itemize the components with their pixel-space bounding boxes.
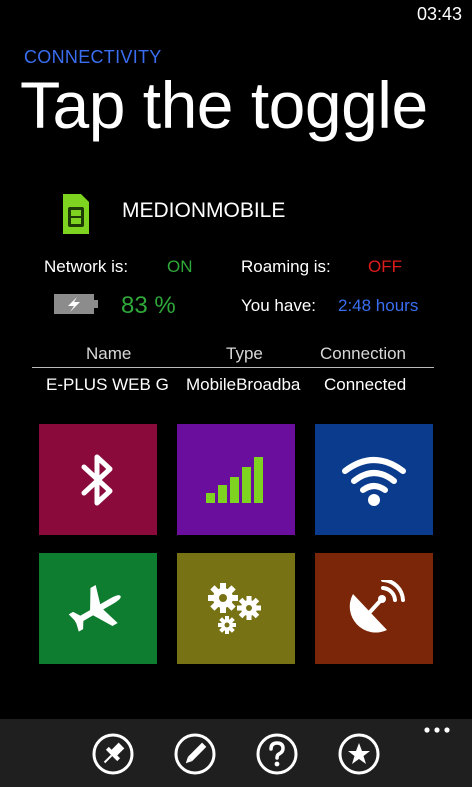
app-title: CONNECTIVITY xyxy=(24,47,162,67)
gears-icon xyxy=(208,582,261,634)
settings-tile[interactable] xyxy=(177,553,295,664)
network-status: ON xyxy=(167,257,193,276)
bluetooth-icon xyxy=(81,454,113,505)
app-bar xyxy=(0,719,472,787)
column-header-name: Name xyxy=(86,344,132,363)
table-cell-type[interactable]: MobileBroadba xyxy=(186,375,312,395)
page-title: Tap the toggle xyxy=(20,68,428,142)
location-toggle-tile[interactable] xyxy=(315,553,433,664)
operator-name: MEDIONMOBILE xyxy=(122,199,286,222)
table-cell-name[interactable]: E-PLUS WEB G xyxy=(46,375,173,395)
pin-icon[interactable] xyxy=(92,733,134,775)
table-cell-connection[interactable]: Connected xyxy=(324,375,434,395)
more-icon[interactable] xyxy=(422,723,452,737)
airplane-icon xyxy=(68,584,121,632)
roaming-status: OFF xyxy=(368,257,402,276)
satellite-dish-icon xyxy=(349,579,405,633)
signal-bars-icon xyxy=(206,456,263,503)
help-icon[interactable] xyxy=(256,733,298,775)
column-header-connection: Connection xyxy=(320,344,407,363)
status-bar-time: 03:43 xyxy=(416,4,462,24)
sim-card-icon xyxy=(63,194,89,234)
table-divider xyxy=(32,367,434,368)
bluetooth-toggle-tile[interactable] xyxy=(39,424,157,535)
battery-charging-icon xyxy=(54,294,98,314)
network-label: Network is: xyxy=(44,257,129,276)
time-remaining-label: You have: xyxy=(241,296,316,315)
cellular-data-toggle-tile[interactable] xyxy=(177,424,295,535)
edit-icon[interactable] xyxy=(174,733,216,775)
time-remaining-value: 2:48 hours xyxy=(338,296,419,315)
battery-percentage: 83 % xyxy=(121,292,176,319)
wifi-toggle-tile[interactable] xyxy=(315,424,433,535)
favorite-icon[interactable] xyxy=(338,733,380,775)
flight-mode-toggle-tile[interactable] xyxy=(39,553,157,664)
roaming-label: Roaming is: xyxy=(241,257,331,276)
column-header-type: Type xyxy=(226,344,263,363)
wifi-icon xyxy=(342,456,406,506)
